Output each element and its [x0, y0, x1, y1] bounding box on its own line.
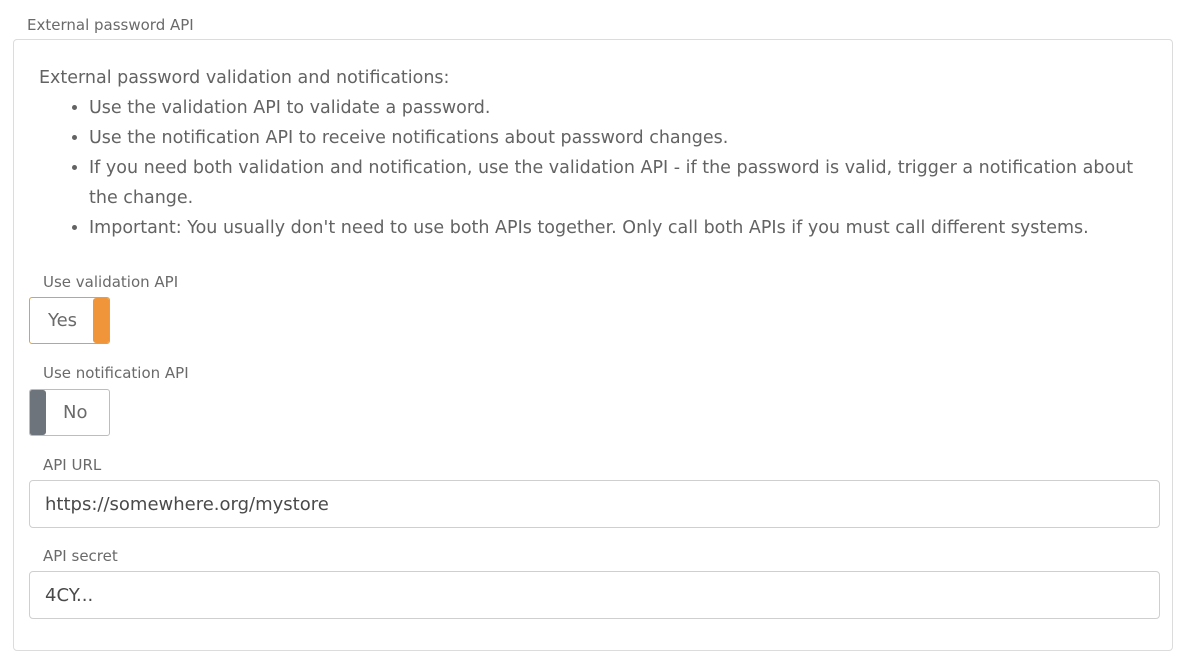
intro-heading: External password validation and notific…	[39, 68, 450, 88]
use-notification-api-toggle[interactable]: No	[29, 389, 110, 436]
toggle-state-text: Yes	[48, 310, 78, 331]
bullet-notification-api: Use the notification API to receive noti…	[89, 123, 1154, 153]
api-secret-label: API secret	[43, 547, 118, 565]
api-url-label: API URL	[43, 456, 102, 474]
toggle-state-text: No	[63, 402, 88, 423]
section-legend: External password API	[27, 16, 194, 34]
use-notification-api-label: Use notification API	[43, 364, 189, 382]
use-validation-api-label: Use validation API	[43, 273, 179, 291]
toggle-knob	[93, 298, 109, 343]
intro-bullet-list: Use the validation API to validate a pas…	[39, 93, 1154, 243]
external-password-api-panel: External password validation and notific…	[13, 39, 1173, 651]
bullet-both-apis: If you need both validation and notifica…	[89, 153, 1154, 213]
toggle-knob	[30, 390, 46, 435]
bullet-validation-api: Use the validation API to validate a pas…	[89, 93, 1154, 123]
api-url-input[interactable]	[29, 480, 1160, 528]
bullet-important-note: Important: You usually don't need to use…	[89, 213, 1154, 243]
use-validation-api-toggle[interactable]: Yes	[29, 297, 110, 344]
api-secret-input[interactable]	[29, 571, 1160, 619]
intro-text: External password validation and notific…	[39, 63, 1154, 243]
